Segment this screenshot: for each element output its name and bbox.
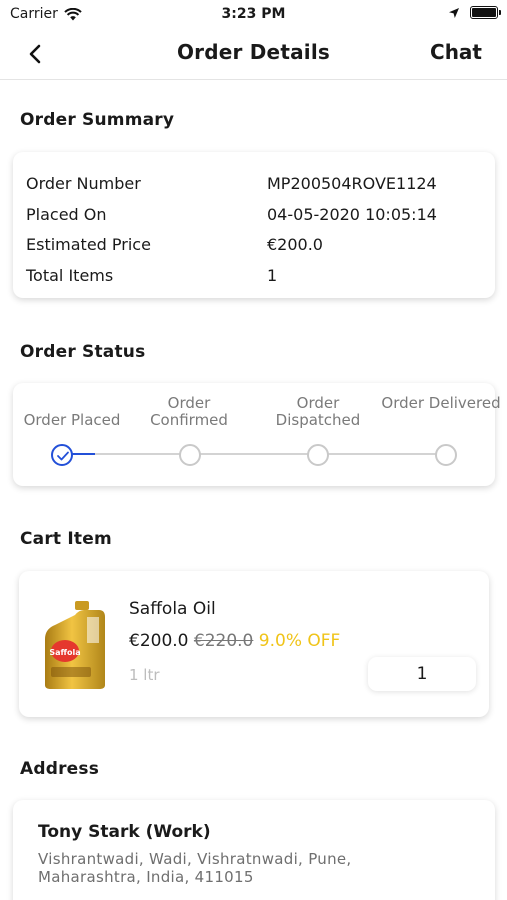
battery-icon — [470, 6, 501, 19]
summary-label: Placed On — [26, 205, 107, 224]
cart-item-heading: Cart Item — [20, 529, 112, 549]
price-line: €200.0 €220.0 9.0% OFF — [129, 631, 340, 651]
summary-label: Total Items — [26, 266, 114, 285]
order-summary-card: Order Number MP200504ROVE1124 Placed On … — [13, 152, 495, 298]
discount-label: 9.0% OFF — [258, 631, 341, 651]
order-status-tracker: Order Placed Order Confirmed Order Dispa… — [13, 383, 501, 486]
summary-value: MP200504ROVE1124 — [267, 174, 437, 193]
step-label-placed: Order Placed — [23, 411, 121, 429]
address-heading: Address — [20, 759, 100, 779]
order-summary-heading: Order Summary — [20, 110, 175, 130]
chat-button[interactable]: Chat — [430, 40, 482, 64]
summary-value: 1 — [267, 266, 278, 285]
progress-line-pending — [95, 453, 445, 455]
navigation-bar: Order Details Chat — [0, 28, 507, 80]
summary-value: 04-05-2020 10:05:14 — [267, 205, 437, 224]
summary-row-order-number: Order Number MP200504ROVE1124 — [26, 174, 485, 196]
step-placed-check-icon — [51, 444, 73, 466]
product-price: €200.0 — [129, 631, 189, 651]
address-name: Tony Stark (Work) — [38, 822, 211, 842]
step-confirmed-circle-icon — [179, 444, 201, 466]
status-bar: Carrier 3:23 PM — [0, 0, 507, 28]
step-label-confirmed: Order Confirmed — [150, 394, 228, 429]
step-delivered-circle-icon — [435, 444, 457, 466]
summary-value: €200.0 — [267, 235, 323, 254]
address-text: Vishrantwadi, Wadi, Vishratnwadi, Pune, … — [38, 850, 352, 886]
summary-label: Order Number — [26, 174, 141, 193]
summary-label: Estimated Price — [26, 235, 151, 254]
address-card: Tony Stark (Work) Vishrantwadi, Wadi, Vi… — [13, 800, 495, 900]
clock: 3:23 PM — [221, 6, 286, 22]
summary-row-placed-on: Placed On 04-05-2020 10:05:14 — [26, 205, 485, 227]
step-label-dispatched: Order Dispatched — [275, 394, 361, 429]
step-label-delivered: Order Delivered — [381, 394, 501, 412]
summary-row-total-items: Total Items 1 — [26, 266, 485, 288]
product-name: Saffola Oil — [129, 599, 216, 619]
product-unit: 1 ltr — [129, 666, 160, 684]
order-status-heading: Order Status — [20, 342, 146, 362]
oil-bottle-product-image: Saffola — [45, 601, 105, 689]
step-dispatched-circle-icon — [307, 444, 329, 466]
product-mrp: €220.0 — [193, 631, 254, 651]
cart-item-card[interactable]: Saffola Saffola Oil €200.0 €220.0 9.0% O… — [19, 571, 489, 717]
product-brand-mark: Saffola — [49, 648, 80, 657]
location-arrow-icon — [449, 7, 459, 18]
summary-row-estimated-price: Estimated Price €200.0 — [26, 235, 485, 257]
quantity-box: 1 — [368, 657, 476, 691]
